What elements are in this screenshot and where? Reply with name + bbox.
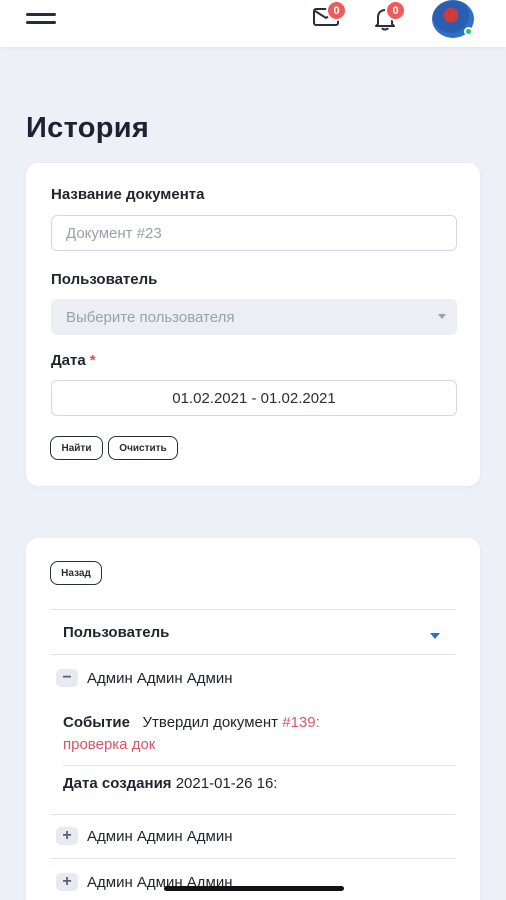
doc-name-label: Название документа [51, 186, 205, 203]
divider [50, 654, 456, 655]
top-bar: 0 0 [0, 0, 506, 47]
divider [50, 858, 456, 859]
column-header-user[interactable]: Пользователь [63, 624, 169, 641]
event-text: Утвердил документ [142, 714, 279, 731]
doc-name-input[interactable]: Документ #23 [51, 215, 457, 251]
online-status-icon [464, 27, 473, 36]
list-item[interactable]: − Админ Админ Админ [56, 666, 233, 690]
history-list-card: Назад Пользователь − Админ Админ Админ С… [26, 538, 480, 900]
home-indicator [164, 886, 344, 891]
required-mark: * [89, 352, 96, 369]
created-value: 2021-01-26 16: [175, 775, 278, 792]
date-label: Дата * [51, 352, 96, 369]
plus-icon[interactable]: + [56, 827, 78, 845]
divider [50, 609, 456, 610]
user-select-placeholder: Выберите пользователя [66, 308, 235, 326]
event-label: Событие [63, 714, 130, 731]
back-button[interactable]: Назад [50, 561, 102, 585]
sort-caret-down-icon[interactable] [430, 633, 440, 639]
filter-card: Название документа Документ #23 Пользова… [26, 163, 480, 486]
list-item-name: Админ Админ Админ [87, 827, 233, 845]
bell-badge: 0 [385, 0, 406, 21]
divider [50, 814, 456, 815]
date-range-value: 01.02.2021 - 01.02.2021 [172, 389, 336, 407]
created-label: Дата создания [63, 775, 172, 792]
list-item-name: Админ Админ Админ [87, 669, 233, 687]
menu-icon[interactable] [26, 10, 56, 26]
created-detail: Дата создания 2021-01-26 16: [63, 773, 277, 795]
clear-button[interactable]: Очистить [108, 436, 178, 460]
event-doc-link[interactable]: #139: [282, 714, 320, 731]
user-select[interactable]: Выберите пользователя [51, 299, 457, 335]
avatar[interactable] [432, 0, 474, 38]
mail-button[interactable]: 0 [310, 0, 347, 32]
doc-name-placeholder: Документ #23 [66, 224, 162, 242]
find-button[interactable]: Найти [50, 436, 103, 460]
event-doc-link-title[interactable]: проверка док [63, 736, 155, 753]
date-range-input[interactable]: 01.02.2021 - 01.02.2021 [51, 380, 457, 416]
chevron-down-icon [438, 314, 446, 319]
page-title: История [26, 112, 150, 144]
notifications-button[interactable]: 0 [369, 0, 406, 32]
list-item[interactable]: + Админ Админ Админ [56, 824, 233, 848]
plus-icon[interactable]: + [56, 873, 78, 891]
mail-badge: 0 [326, 0, 347, 21]
date-label-text: Дата [51, 352, 86, 369]
divider [63, 765, 456, 766]
minus-icon[interactable]: − [56, 669, 78, 687]
user-label: Пользователь [51, 271, 158, 288]
event-detail: Событие Утвердил документ #139: проверка… [63, 712, 320, 756]
